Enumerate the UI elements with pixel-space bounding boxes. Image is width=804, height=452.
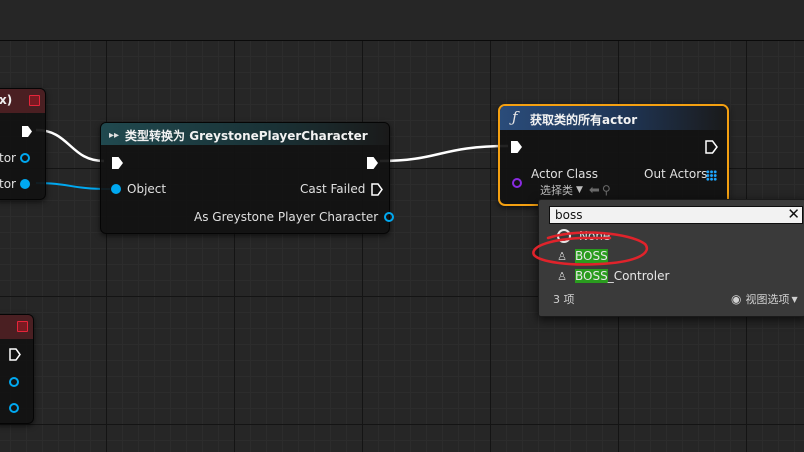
list-item-highlight: BOSS (575, 249, 608, 263)
cast-failed-row: Cast Failed (300, 182, 384, 196)
item-count-label: 3 项 (553, 293, 575, 306)
cast-node-title-row: ▸▸ 类型转换为 GreystonePlayerCharacter (109, 127, 368, 144)
use-selected-arrow-icon[interactable]: ⬅ (589, 183, 600, 198)
object-out-pin[interactable] (9, 377, 19, 387)
class-search-value: boss (555, 208, 583, 222)
exec-in-pin[interactable] (510, 140, 523, 154)
actor-class-icon: ♙ (557, 269, 567, 283)
object-out-pin[interactable] (19, 179, 30, 189)
pin-label: tor (0, 151, 16, 165)
list-item-highlight: BOSS (575, 269, 608, 283)
object-out-pin[interactable] (19, 153, 30, 163)
chevron-down-icon[interactable]: ▼ (576, 185, 583, 195)
left-node-bottom[interactable] (0, 314, 34, 424)
list-item-boss-controler[interactable]: ♙ BOSS _Controler (557, 269, 669, 283)
eye-icon: ◉ (731, 292, 742, 306)
cast-node[interactable]: ▸▸ 类型转换为 GreystonePlayerCharacter Object… (100, 122, 395, 234)
exec-out-pin[interactable] (705, 140, 718, 154)
exec-out-pin[interactable] (371, 182, 384, 196)
exec-out-pin[interactable] (21, 125, 33, 138)
close-icon[interactable]: ✕ (787, 205, 800, 223)
left-node-top-title: x) (0, 93, 13, 107)
object-in-pin[interactable] (111, 184, 121, 194)
actor-class-icon: ♙ (557, 249, 567, 263)
object-out-pin[interactable] (9, 403, 19, 413)
search-icon[interactable]: ⚲ (602, 183, 611, 197)
class-select-row[interactable]: 选择类 ▼ ⬅ ⚲ (540, 182, 611, 198)
as-character-row: As Greystone Player Character (194, 210, 395, 224)
close-icon[interactable] (29, 95, 40, 106)
list-item-none[interactable]: None (557, 229, 610, 243)
left-node-top-pin2: tor (0, 177, 30, 191)
left-node-top-pin1: tor (0, 151, 30, 165)
actor-class-label: Actor Class (531, 167, 598, 181)
cast-icon: ▸▸ (109, 130, 120, 141)
view-options-label: 视图选项 (745, 293, 790, 306)
pin-label: tor (0, 177, 16, 191)
object-out-pin[interactable] (384, 212, 395, 222)
class-picker-popup[interactable]: boss ✕ None ♙ BOSS ♙ BOSS _Controler 3 项… (538, 199, 804, 317)
object-pin-label: Object (127, 182, 167, 196)
cast-node-title: 类型转换为 GreystonePlayerCharacter (125, 129, 368, 143)
exec-out-pin[interactable] (366, 156, 379, 170)
exec-in-pin[interactable] (111, 156, 124, 170)
cast-node-object-row: Object (111, 182, 166, 196)
cast-failed-label: Cast Failed (300, 182, 366, 196)
graph-top-bar (0, 0, 804, 41)
array-pin-icon[interactable] (706, 170, 717, 181)
view-options-button[interactable]: ◉ 视图选项 ▼ (731, 291, 798, 307)
class-search-input[interactable]: boss ✕ (549, 205, 803, 224)
chevron-down-icon: ▼ (791, 294, 798, 304)
function-icon: ƒ (512, 108, 518, 126)
get-all-actors-node[interactable]: ƒ 获取类的所有actor Actor Class 选择类 ▼ ⬅ ⚲ Out … (498, 104, 729, 206)
exec-out-pin[interactable] (9, 348, 21, 361)
list-item-rest: _Controler (607, 269, 670, 283)
get-all-actors-title: 获取类的所有actor (530, 113, 638, 127)
left-node-top[interactable]: x) tor tor (0, 88, 46, 200)
class-in-pin[interactable] (512, 178, 522, 188)
list-item-boss[interactable]: ♙ BOSS (557, 249, 608, 263)
as-character-label: As Greystone Player Character (194, 210, 379, 224)
out-actors-label: Out Actors (644, 167, 708, 181)
list-item-label: None (579, 229, 611, 243)
close-icon[interactable] (17, 321, 28, 332)
class-select-label[interactable]: 选择类 (540, 182, 573, 198)
none-circle-icon (557, 229, 571, 243)
